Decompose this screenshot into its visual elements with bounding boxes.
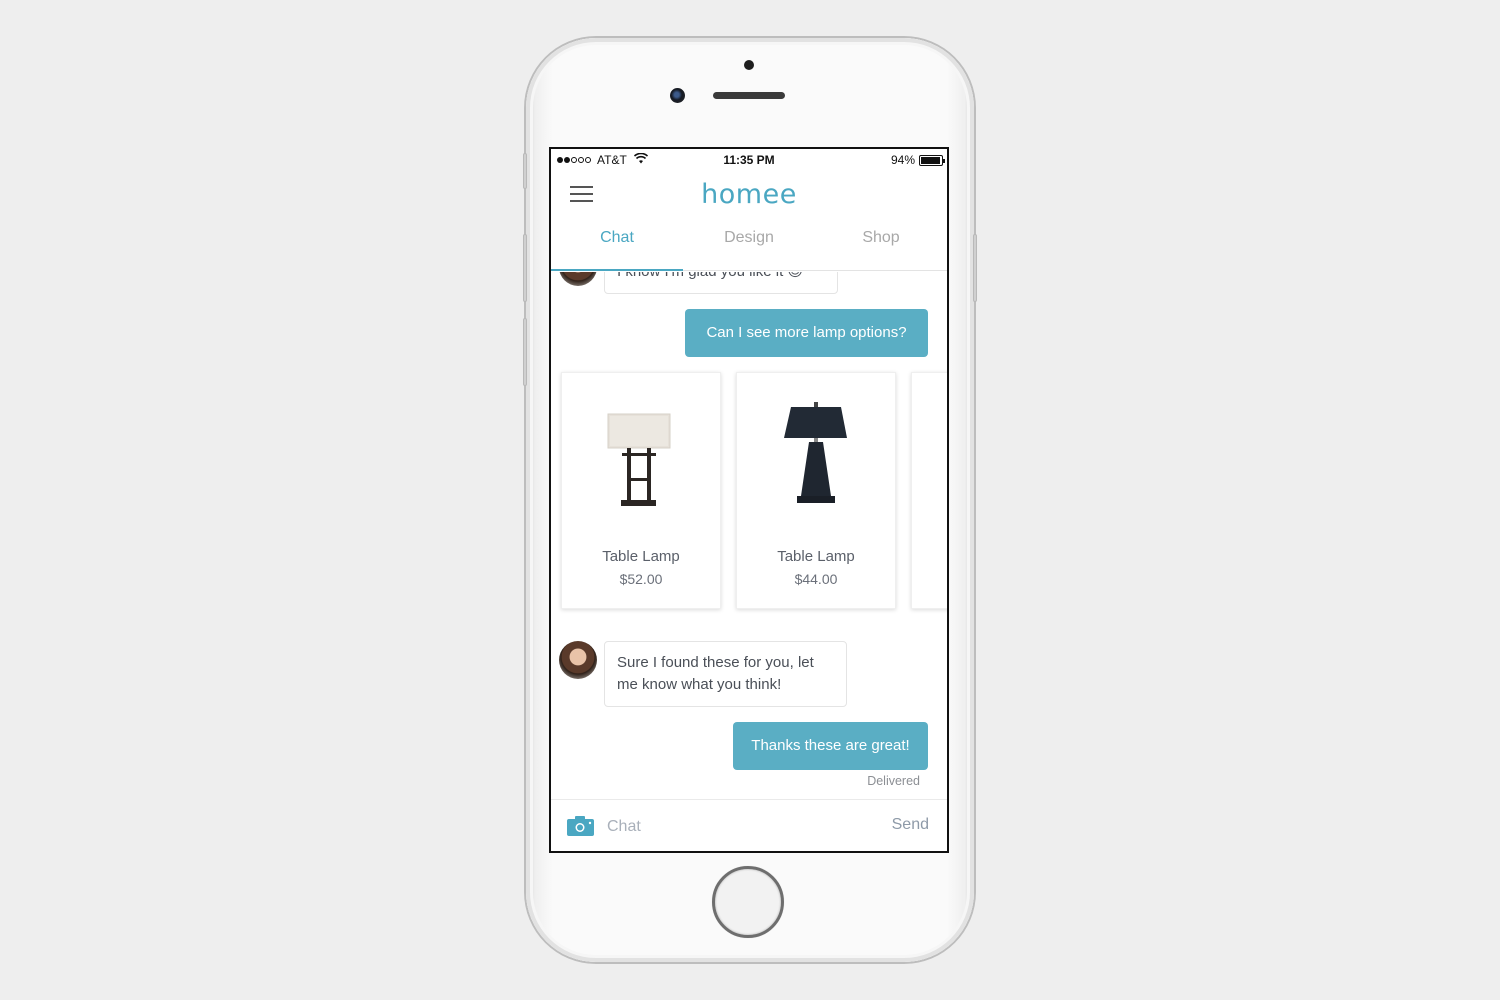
battery-percent: 94% xyxy=(890,153,915,167)
tab-design[interactable]: Design xyxy=(683,223,815,270)
nav-bar: homee xyxy=(551,171,947,219)
user-message: Thanks these are great! xyxy=(733,722,928,770)
proximity-sensor xyxy=(744,60,754,70)
product-carousel[interactable]: Table Lamp $52.00 Table Lamp $44.00 xyxy=(561,372,947,609)
product-price: $52.00 xyxy=(619,571,663,587)
rectangular-shade-lamp-image xyxy=(562,398,720,518)
tab-chat[interactable]: Chat xyxy=(551,223,683,271)
message-composer: Send xyxy=(551,799,947,851)
power-button xyxy=(973,234,977,302)
chat-input[interactable] xyxy=(607,814,867,840)
agent-avatar xyxy=(559,272,597,286)
battery-icon xyxy=(919,154,945,166)
front-camera xyxy=(670,88,685,103)
chat-thread[interactable]: I know I'm glad you like it 😊 Can I see … xyxy=(551,272,947,798)
agent-message: I know I'm glad you like it 😊 xyxy=(604,272,838,294)
agent-avatar xyxy=(559,641,597,679)
volume-down-button xyxy=(523,318,527,386)
message-text: Thanks these are great! xyxy=(751,737,910,754)
app-logo: homee xyxy=(701,179,797,210)
product-price: $44.00 xyxy=(794,571,838,587)
product-card-partial[interactable] xyxy=(911,372,947,609)
volume-up-button xyxy=(523,234,527,302)
product-card[interactable]: Table Lamp $44.00 xyxy=(736,372,896,609)
status-right: 94% xyxy=(890,153,945,167)
mute-switch xyxy=(523,153,527,189)
delivery-status: Delivered xyxy=(867,774,920,788)
phone-screen: AT&T 11:35 PM 94% homee Chat Design Shop… xyxy=(549,147,949,853)
agent-message: Sure I found these for you, let me know … xyxy=(604,641,847,707)
send-button[interactable]: Send xyxy=(892,816,929,834)
status-bar: AT&T 11:35 PM 94% xyxy=(551,149,947,171)
message-text: Can I see more lamp options? xyxy=(706,324,907,341)
message-text: Sure I found these for you, let me know … xyxy=(617,654,814,693)
camera-icon[interactable] xyxy=(567,816,595,836)
tab-bar: Chat Design Shop xyxy=(551,223,947,271)
message-text: I know I'm glad you like it 😊 xyxy=(617,272,803,280)
product-name: Table Lamp xyxy=(777,548,855,565)
black-pyramid-lamp-image xyxy=(737,398,895,518)
home-button[interactable] xyxy=(712,866,784,938)
earpiece-speaker xyxy=(713,92,785,99)
product-name: Table Lamp xyxy=(602,548,680,565)
status-time: 11:35 PM xyxy=(723,153,775,167)
user-message: Can I see more lamp options? xyxy=(685,309,928,357)
tab-shop[interactable]: Shop xyxy=(815,223,947,270)
product-card[interactable]: Table Lamp $52.00 xyxy=(561,372,721,609)
